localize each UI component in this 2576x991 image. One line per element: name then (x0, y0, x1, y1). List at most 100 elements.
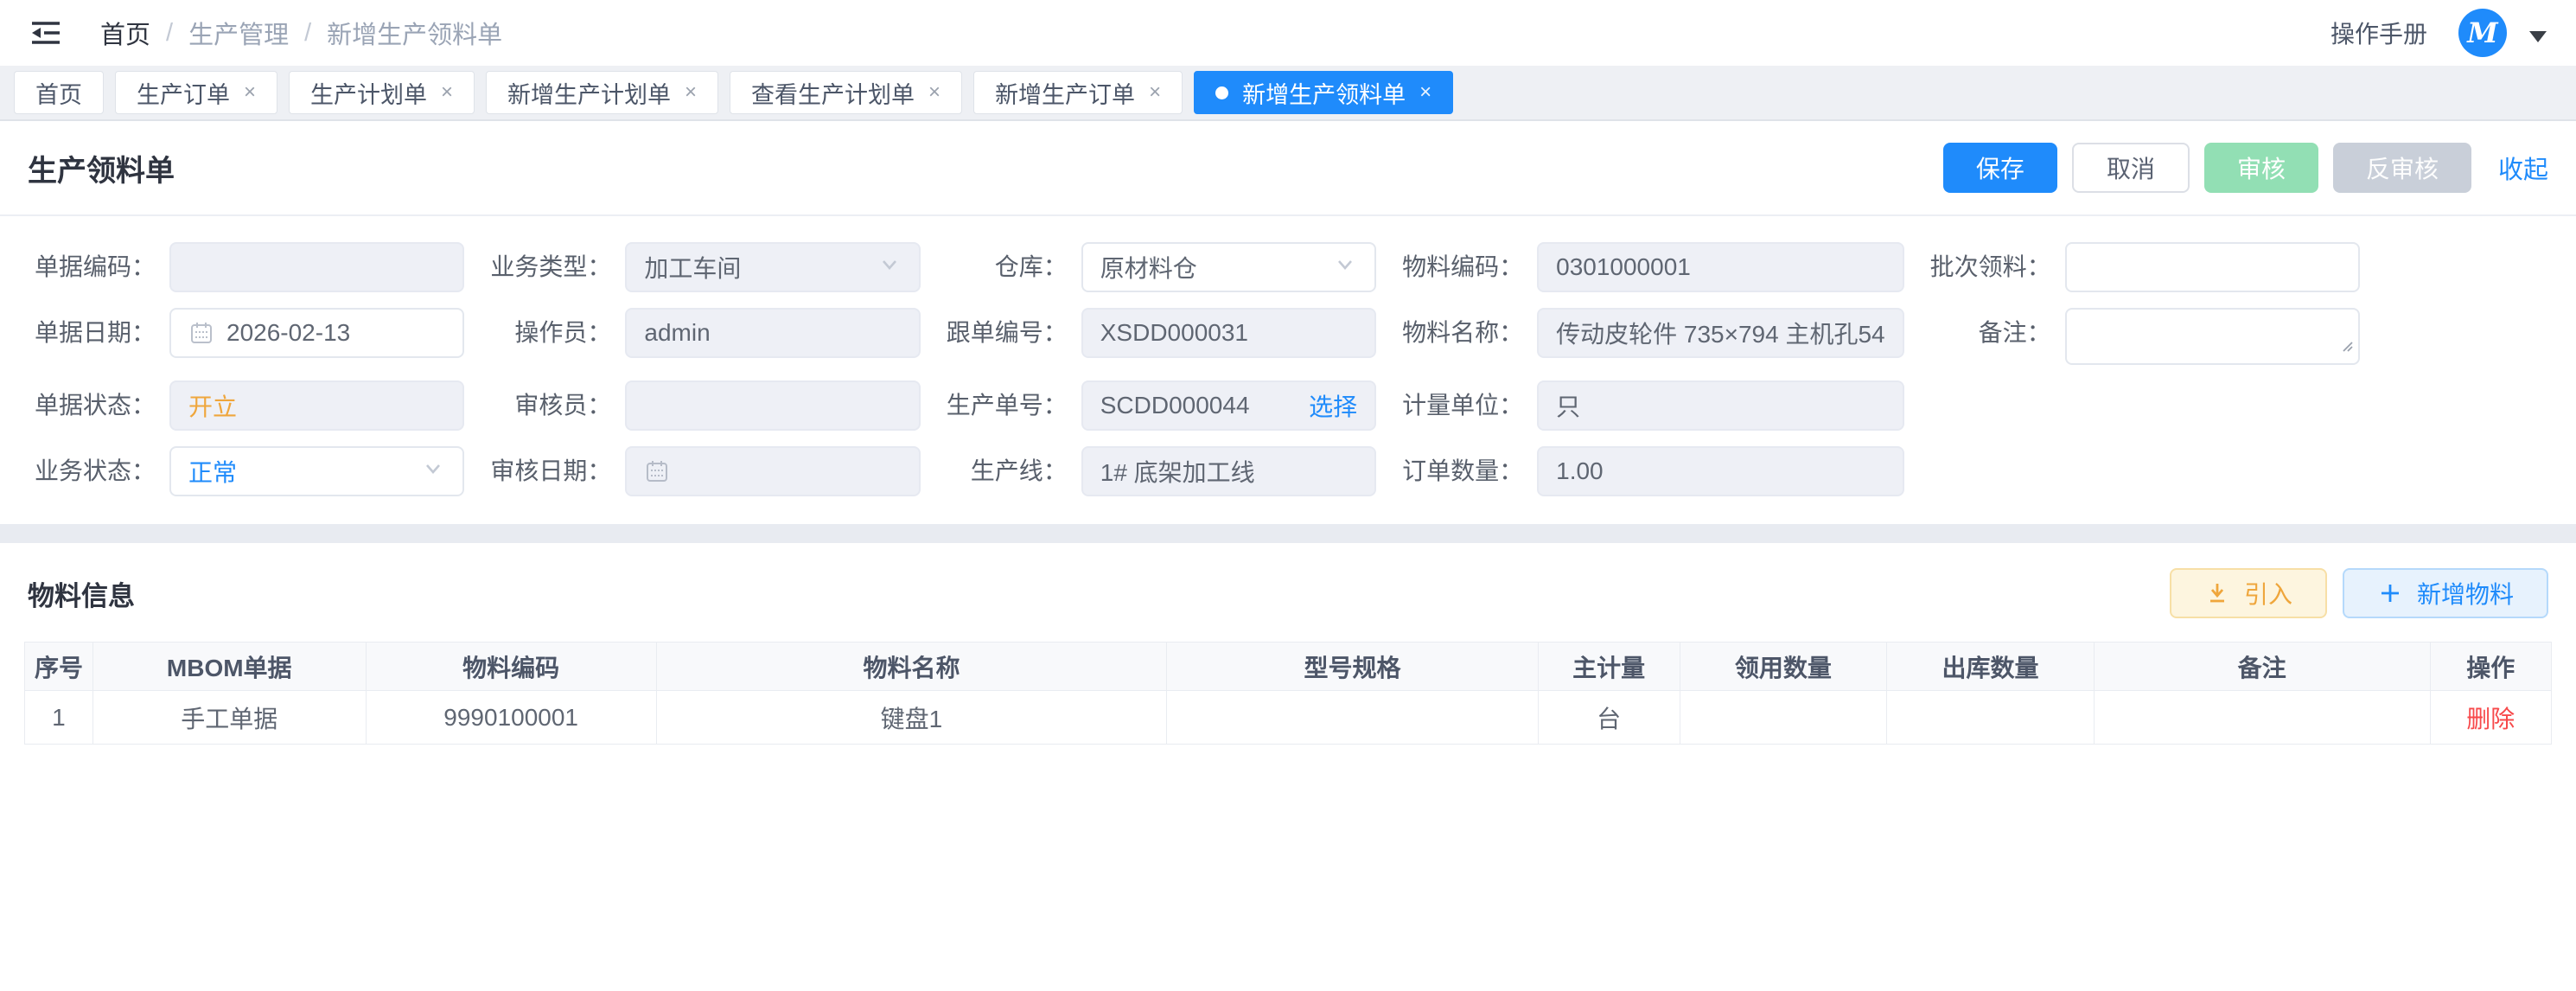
col-material-code: 物料编码 (366, 643, 656, 691)
button-label: 引入 (2244, 576, 2292, 611)
warehouse-select[interactable]: 原材料仓 (1081, 242, 1376, 292)
col-material-name: 物料名称 (656, 643, 1166, 691)
breadcrumb-home[interactable]: 首页 (100, 15, 150, 51)
biz-type-select: 加工车间 (625, 242, 920, 292)
cell-spec (1167, 691, 1539, 745)
auditor-input (625, 380, 920, 431)
tab-home[interactable]: 首页 (14, 71, 104, 114)
cell-remark (2094, 691, 2430, 745)
field-value: 2026-02-13 (226, 319, 350, 347)
calendar-icon (188, 320, 214, 346)
tab-production-plan[interactable]: 生产计划单 (289, 71, 475, 114)
form-actions: 保存 取消 审核 反审核 收起 (1943, 143, 2548, 193)
tab-view-production-plan[interactable]: 查看生产计划单 (730, 71, 962, 114)
cell-material-name: 键盘1 (656, 691, 1166, 745)
audit-button: 审核 (2204, 143, 2318, 193)
field-material-name: 物料名称： 传动皮轮件 735×794 主机孔54 (1388, 308, 1904, 365)
chevron-down-icon[interactable] (2529, 31, 2547, 42)
batch-pick-field (2065, 242, 2360, 292)
remark-field (2065, 308, 2360, 365)
field-label: 业务类型： (476, 242, 625, 292)
field-label: 单据日期： (21, 308, 169, 358)
collapse-form-link[interactable]: 收起 (2498, 150, 2548, 186)
field-bill-code: 单据编码： (21, 242, 464, 292)
tab-label: 查看生产计划单 (751, 76, 915, 110)
breadcrumb-current-page: 新增生产领料单 (327, 15, 502, 51)
materials-table: 序号 MBOM单据 物料编码 物料名称 型号规格 主计量 领用数量 出库数量 备… (24, 642, 2552, 745)
field-bill-status: 单据状态： 开立 (21, 380, 464, 431)
field-audit-date: 审核日期： (476, 446, 920, 496)
batch-pick-input[interactable] (2084, 253, 2341, 281)
breadcrumb-production-mgmt[interactable]: 生产管理 (188, 15, 289, 51)
form-header: 生产领料单 保存 取消 审核 反审核 收起 (0, 121, 2576, 216)
material-name-input: 传动皮轮件 735×794 主机孔54 (1537, 308, 1904, 358)
remark-textarea[interactable] (2084, 315, 2341, 363)
tab-new-material-requisition[interactable]: 新增生产领料单 (1194, 71, 1453, 114)
add-material-button[interactable]: 新增物料 (2343, 568, 2548, 618)
field-label: 单据状态： (21, 380, 169, 431)
close-icon[interactable] (1419, 82, 1431, 103)
tab-label: 新增生产计划单 (507, 76, 671, 110)
field-label: 物料名称： (1388, 308, 1537, 358)
field-label: 备注： (1916, 308, 2065, 358)
field-value: admin (644, 319, 710, 347)
manual-link[interactable]: 操作手册 (2331, 16, 2427, 50)
tab-label: 生产订单 (137, 76, 230, 110)
plus-icon (2377, 580, 2403, 606)
chevron-down-icon (1333, 253, 1357, 283)
avatar[interactable]: M (2458, 9, 2507, 57)
field-prod-order: 生产单号： SCDD000044 选择 (933, 380, 1376, 431)
field-value: 正常 (188, 454, 237, 489)
delete-row-link[interactable]: 删除 (2466, 706, 2515, 732)
page-title: 生产领料单 (28, 147, 175, 189)
chevron-down-icon (877, 253, 902, 283)
button-label: 新增物料 (2417, 576, 2514, 611)
biz-status-select[interactable]: 正常 (169, 446, 464, 496)
select-prod-order-link[interactable]: 选择 (1309, 388, 1357, 423)
field-label: 计量单位： (1388, 380, 1537, 431)
field-biz-type: 业务类型： 加工车间 (476, 242, 920, 292)
cell-seq: 1 (25, 691, 93, 745)
field-order-qty: 订单数量： 1.00 (1388, 446, 1904, 496)
field-label: 审核员： (476, 380, 625, 431)
tab-label: 首页 (35, 76, 82, 110)
save-button[interactable]: 保存 (1943, 143, 2057, 193)
section-title-materials: 物料信息 (28, 574, 135, 613)
field-label: 审核日期： (476, 446, 625, 496)
close-icon[interactable] (685, 82, 697, 103)
tab-new-production-order[interactable]: 新增生产订单 (973, 71, 1183, 114)
breadcrumb-separator (166, 19, 173, 48)
collapse-menu-icon[interactable] (29, 18, 64, 48)
requisition-form-card: 生产领料单 保存 取消 审核 反审核 收起 单据编码： 业务类型： 加工车间 (0, 121, 2576, 524)
field-value: 原材料仓 (1100, 250, 1197, 285)
bill-code-input (169, 242, 464, 292)
field-label: 物料编码： (1388, 242, 1537, 292)
col-spec: 型号规格 (1167, 643, 1539, 691)
material-code-input: 0301000001 (1537, 242, 1904, 292)
bill-date-picker[interactable]: 2026-02-13 (169, 308, 464, 358)
field-batch-pick: 批次领料： (1916, 242, 2360, 292)
field-unit: 计量单位： 只 (1388, 380, 1904, 431)
cell-material-code: 9990100001 (366, 691, 656, 745)
active-tab-dot-icon (1215, 86, 1228, 99)
import-button[interactable]: 引入 (2170, 568, 2327, 618)
field-warehouse: 仓库： 原材料仓 (933, 242, 1376, 292)
top-bar-right: 操作手册 M (2331, 9, 2547, 57)
field-value: XSDD000031 (1100, 319, 1248, 347)
col-out-qty: 出库数量 (1887, 643, 2095, 691)
close-icon[interactable] (928, 82, 940, 103)
field-spacer (1916, 446, 2360, 496)
order-qty-input: 1.00 (1537, 446, 1904, 496)
close-icon[interactable] (244, 82, 256, 103)
cell-unit: 台 (1538, 691, 1680, 745)
field-label: 业务状态： (21, 446, 169, 496)
field-label: 仓库： (933, 242, 1081, 292)
cancel-button[interactable]: 取消 (2072, 143, 2190, 193)
close-icon[interactable] (1149, 82, 1161, 103)
section-divider (0, 524, 2576, 543)
tab-new-production-plan[interactable]: 新增生产计划单 (486, 71, 718, 114)
close-icon[interactable] (441, 82, 453, 103)
track-no-input: XSDD000031 (1081, 308, 1376, 358)
resize-handle-icon[interactable] (2340, 331, 2354, 359)
tab-production-order[interactable]: 生产订单 (115, 71, 277, 114)
